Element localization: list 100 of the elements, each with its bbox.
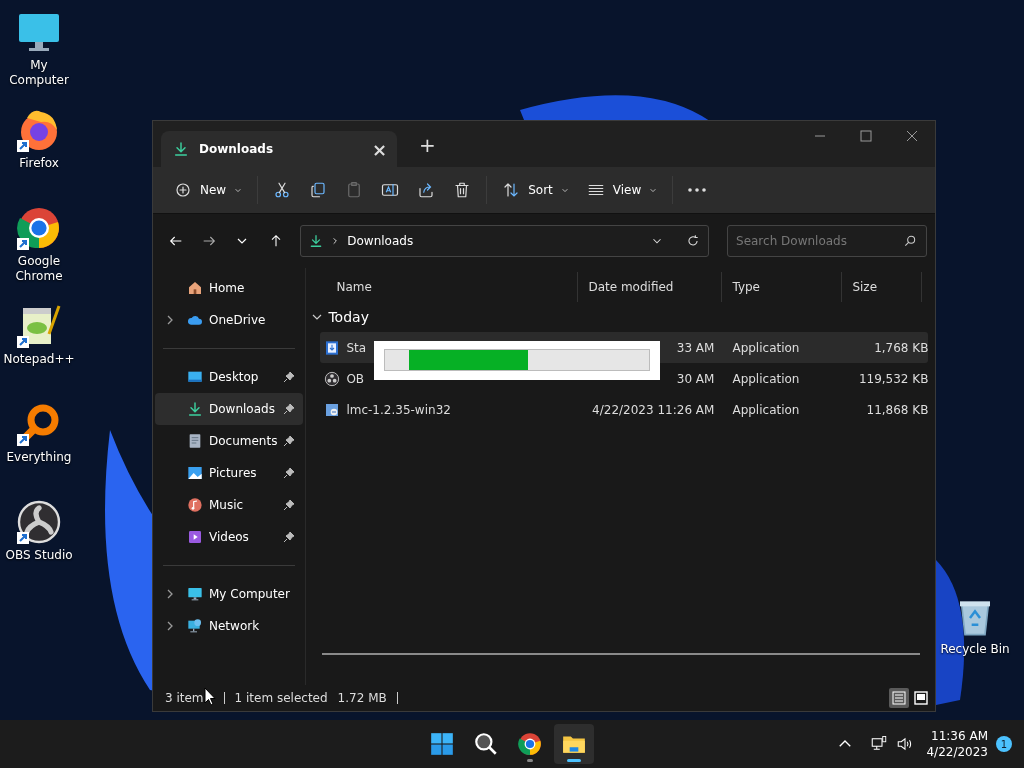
sidebar-item[interactable]: Documents [155,425,304,457]
caret-icon [649,186,658,194]
desktop-icon-label: Everything [6,450,72,465]
sidebar-item[interactable]: Pictures [155,457,304,489]
chevron-right-icon[interactable] [165,315,175,325]
group-header[interactable]: Today [328,309,369,325]
view-mode-button[interactable] [911,688,931,708]
sidebar-item[interactable]: Network [155,610,304,642]
setup-icon [324,339,341,356]
new-tab-button[interactable]: + [419,133,436,159]
running-indicator [527,759,533,762]
pin-icon[interactable] [283,499,296,511]
sort-button[interactable]: Sort [493,174,578,206]
desktop-icon[interactable]: Google Chrome [0,204,78,298]
item-count: 3 item [165,691,204,705]
sidebar-item[interactable]: Home [155,272,304,304]
file-size: 1,768 KB [873,340,929,355]
desktop-icon[interactable]: Notepad++ [0,302,78,396]
window-tab[interactable]: Downloads × [161,131,397,167]
desktop-icon[interactable]: My Computer [0,8,78,102]
chevron-right-icon[interactable] [165,621,175,631]
column-header[interactable]: Date modified [578,272,723,302]
file-name: Sta [346,340,367,355]
new-button[interactable]: New [165,174,252,206]
desktop-icon [187,369,203,385]
share-icon [417,181,436,199]
column-header[interactable]: Size [842,272,923,302]
pin-icon[interactable] [283,371,296,383]
address-bar[interactable]: Downloads [300,225,709,257]
selection-size: 1.72 MB [337,691,387,705]
tab-title: Downloads [199,142,275,156]
caret-icon [234,186,243,194]
copy-icon [309,181,328,199]
rename-icon [381,181,400,199]
notification-badge[interactable]: 1 [996,736,1012,752]
sidebar-item[interactable]: Downloads [155,393,304,425]
music-note-icon [187,497,203,513]
pin-icon[interactable] [283,435,296,447]
column-header[interactable]: Type [722,272,843,302]
mouse-pointer-icon [203,687,216,706]
file-date: 33 AM [675,340,716,355]
network-wired-icon[interactable] [870,735,889,753]
file-name: lmc-1.2.35-win32 [346,402,451,417]
sidebar-item[interactable]: Music [155,489,304,521]
pin-icon[interactable] [283,531,296,543]
column-header[interactable]: Name [310,272,579,302]
caret-icon [560,186,569,194]
desktop-icon-label: My Computer [8,58,70,88]
desktop-icon[interactable]: OBS Studio [0,498,78,592]
file-row[interactable]: OB 30 AM Application 119,532 KB [320,363,929,394]
file-size: 119,532 KB [857,371,929,386]
desktop-icon[interactable]: Firefox [0,106,78,200]
monitor-icon [187,586,203,602]
scrollbar[interactable] [322,653,921,655]
desktop-icon-label: Notepad++ [3,352,75,367]
file-row[interactable]: lmc-1.2.35-win32 4/22/2023 11:26 AM Application 11,868 KB [320,394,929,425]
pin-icon[interactable] [283,403,296,415]
clock-date: 4/22/2023 [926,744,988,760]
details-view-icon [891,690,907,706]
pin-icon[interactable] [283,467,296,479]
desktop-icon-label: OBS Studio [5,548,73,563]
clock-time: 11:36 AM [931,728,988,744]
running-indicator [567,759,581,762]
clock[interactable]: 11:36 AM 4/22/2023 [926,728,988,760]
network-icon [187,618,203,634]
scissors-icon [273,181,292,199]
sidebar-item[interactable]: Desktop [155,361,304,393]
download-icon [173,141,189,157]
tiles-view-icon [913,690,929,706]
close-tab-button[interactable]: × [371,138,387,160]
view-button[interactable]: View [577,174,667,206]
refresh-icon[interactable] [686,234,700,248]
file-type: Application [731,371,801,386]
windows-logo-icon [429,731,455,757]
file-size: 11,868 KB [865,402,929,417]
document-icon [187,433,203,449]
sidebar-item[interactable]: My Computer [155,578,304,610]
selection-info: 1 item selected [234,691,328,705]
sidebar-item[interactable]: OneDrive [155,304,304,336]
search-icon[interactable] [903,234,917,248]
download-icon [309,234,324,248]
file-type: Application [731,402,801,417]
file-name: OB [346,371,365,386]
video-icon [187,529,203,545]
chrome-icon [517,731,543,757]
taskbar-app[interactable] [554,724,594,764]
chevron-right-icon[interactable] [165,589,175,599]
file-date: 4/22/2023 11:26 AM [591,402,716,417]
desktop-icon-label: Google Chrome [14,254,64,284]
search-field[interactable]: Search Downloads [727,225,927,257]
desktop-icon[interactable]: Everything [0,400,78,494]
trash-icon [453,181,472,199]
more-icon [688,188,707,192]
plus-circle-icon [174,181,192,199]
file-type: Application [731,340,801,355]
sidebar-item[interactable]: Videos [155,521,304,553]
image-icon [187,465,203,481]
chevron-down-icon[interactable] [312,312,323,322]
desktop-icon-label: Firefox [19,156,59,171]
installer-icon [324,401,341,418]
